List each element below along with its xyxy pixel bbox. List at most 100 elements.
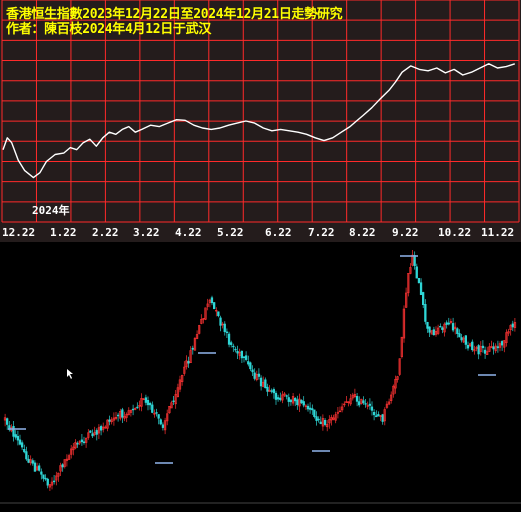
- candle-body: [300, 399, 303, 404]
- candle-body: [144, 397, 148, 403]
- extreme-marker: [198, 352, 216, 354]
- candle-body: [157, 414, 160, 419]
- candle-body: [266, 386, 269, 392]
- candle-body: [477, 345, 480, 355]
- x-tick-label: 5.22: [217, 226, 244, 239]
- candlestick-panel: [0, 242, 521, 508]
- x-tick-label: 8.22: [349, 226, 376, 239]
- candle-body: [364, 403, 367, 405]
- extreme-marker: [8, 428, 26, 430]
- candle-body: [247, 361, 250, 365]
- candle-body: [149, 403, 152, 406]
- candle-body: [42, 474, 45, 479]
- candle-body: [279, 397, 282, 400]
- candle-body: [27, 458, 30, 463]
- candle-body: [368, 403, 372, 406]
- candle-body: [91, 433, 94, 437]
- candle-body: [481, 345, 485, 349]
- candle-body: [313, 409, 316, 417]
- candle-body: [25, 451, 28, 460]
- candle-body: [40, 471, 43, 475]
- candle-body: [146, 400, 150, 406]
- candle-body: [225, 331, 229, 334]
- candle-body: [439, 326, 442, 328]
- candle-body: [451, 323, 455, 331]
- extreme-marker: [155, 462, 173, 464]
- candle-body: [419, 282, 423, 296]
- extreme-marker: [400, 255, 418, 257]
- candle-body: [421, 292, 425, 306]
- candle-body: [52, 480, 56, 483]
- candle-body: [492, 346, 495, 350]
- year-annotation: 2024年: [32, 203, 70, 217]
- candle-body: [370, 406, 374, 411]
- candle-body: [6, 418, 9, 425]
- candle-body: [293, 398, 297, 402]
- candle-body: [95, 430, 98, 435]
- candle-body: [155, 412, 158, 414]
- candle-body: [12, 426, 15, 437]
- candle-body: [289, 399, 293, 403]
- candle-body: [232, 345, 235, 348]
- candle-body: [323, 420, 327, 425]
- candle-body: [483, 349, 487, 354]
- candle-body: [14, 434, 17, 438]
- candle-body: [264, 379, 267, 389]
- mouse-cursor-icon: [67, 369, 73, 379]
- candle-body: [23, 449, 26, 453]
- candle-body: [471, 341, 474, 351]
- x-tick-label: 4.22: [175, 226, 202, 239]
- candle-body: [445, 322, 448, 325]
- candle-body: [20, 442, 24, 448]
- candle-body: [76, 443, 79, 445]
- candle-body: [496, 346, 500, 349]
- candle-body: [242, 356, 246, 359]
- candlestick-chart: [0, 250, 521, 504]
- candle-body: [99, 426, 103, 431]
- candle-body: [464, 335, 468, 345]
- candle-body: [424, 303, 427, 322]
- candle-body: [172, 400, 175, 402]
- candle-body: [251, 369, 254, 373]
- candle-body: [117, 414, 120, 417]
- candle-body: [44, 477, 47, 480]
- candle-body: [311, 408, 314, 411]
- candle-body: [417, 277, 421, 284]
- candle-body: [46, 478, 49, 486]
- candle-body: [227, 333, 231, 345]
- candle-body: [151, 404, 154, 413]
- candle-body: [355, 396, 359, 402]
- candle-body: [61, 464, 64, 468]
- candle-body: [33, 462, 37, 472]
- candle-body: [287, 397, 290, 402]
- forecast-panel: 2024年 12.22 1.22 2.22 3.22 4.22 5.22 6.22 7.22 8.…: [0, 0, 521, 242]
- candle-body: [230, 342, 233, 345]
- candle-body: [372, 412, 376, 416]
- candle-body: [236, 351, 239, 354]
- candle-body: [362, 400, 365, 404]
- candle-body: [428, 326, 431, 333]
- candle-body: [276, 397, 280, 400]
- candle-body: [272, 389, 276, 394]
- candle-body: [458, 333, 461, 338]
- candle-body: [426, 322, 429, 329]
- candle-body: [460, 337, 463, 341]
- candle-body: [413, 255, 416, 266]
- candle-body: [80, 439, 84, 442]
- candle-body: [191, 347, 194, 350]
- candle-body: [315, 416, 318, 421]
- candle-body: [18, 439, 22, 445]
- candle-body: [16, 436, 20, 441]
- candle-body: [234, 348, 237, 351]
- x-tick-label: 12.22: [2, 226, 35, 239]
- x-tick-label: 3.22: [133, 226, 160, 239]
- x-tick-label: 2.22: [92, 226, 119, 239]
- candle-body: [381, 414, 384, 422]
- candle-body: [274, 392, 278, 400]
- candle-body: [159, 419, 162, 425]
- candle-body: [285, 395, 288, 397]
- candle-body: [37, 465, 41, 471]
- candle-body: [375, 415, 378, 418]
- candle-body: [317, 418, 320, 421]
- candle-body: [131, 408, 135, 411]
